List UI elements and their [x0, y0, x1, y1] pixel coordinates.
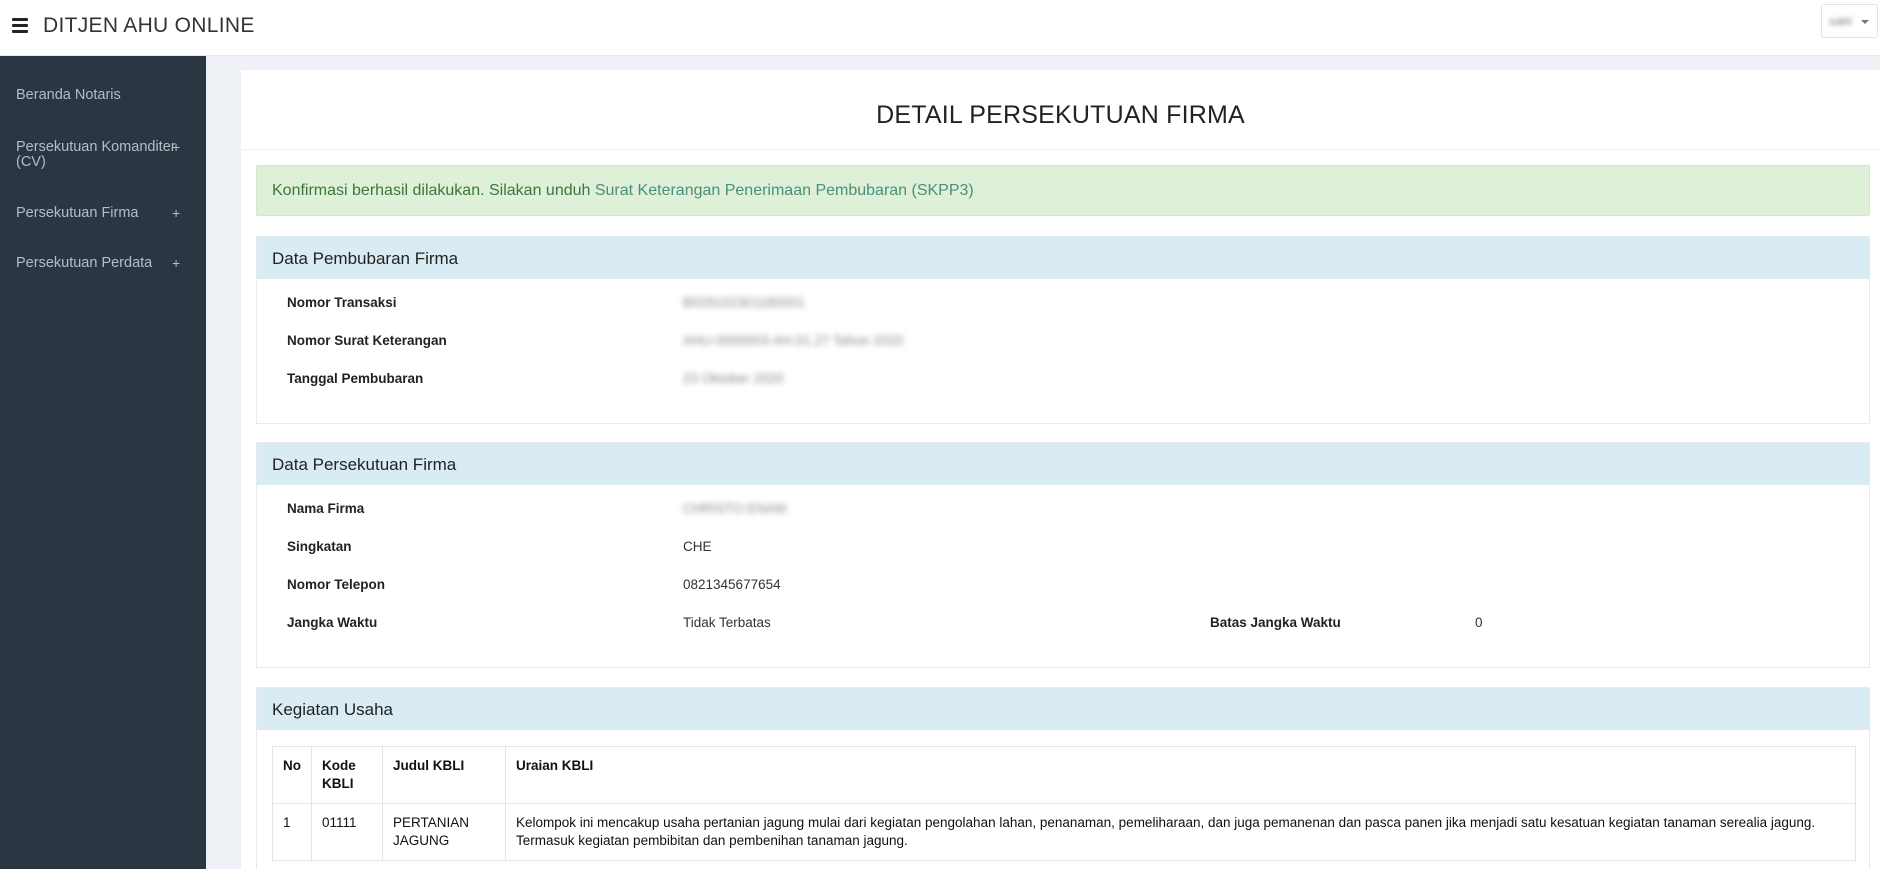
- user-name: sakti: [1829, 16, 1852, 28]
- plus-icon: +: [172, 139, 181, 155]
- cell-kode-kbli: 01111: [311, 803, 383, 861]
- sidebar-item-persekutuan-firma[interactable]: Persekutuan Firma +: [0, 206, 206, 226]
- page-title: DETAIL PERSEKUTUAN FIRMA: [876, 101, 1245, 129]
- kbli-table: No Kode KBLI Judul KBLI Uraian KBLI 1 01…: [272, 746, 1856, 861]
- hamburger-icon[interactable]: [12, 18, 28, 34]
- field-value: 23 Oktober 2020: [683, 371, 784, 386]
- field-value: B0291023011B0001: [683, 295, 806, 310]
- user-menu-button[interactable]: sakti: [1821, 4, 1878, 38]
- table-row: 1 01111 PERTANIAN JAGUNG Kelompok ini me…: [272, 803, 1856, 861]
- panel-header: Data Persekutuan Firma: [257, 443, 1869, 485]
- field-value: Tidak Terbatas: [683, 615, 771, 630]
- column-header-judul-kbli: Judul KBLI: [382, 746, 506, 804]
- panel-title: Data Pembubaran Firma: [272, 249, 459, 268]
- field-label: Singkatan: [287, 539, 352, 554]
- field-label: Batas Jangka Waktu: [1210, 615, 1341, 630]
- table-header-row: No Kode KBLI Judul KBLI Uraian KBLI: [272, 746, 1856, 804]
- sidebar-item-label: Persekutuan Komanditer (CV): [16, 139, 176, 170]
- field-label: Jangka Waktu: [287, 615, 378, 630]
- column-header-kode-kbli: Kode KBLI: [311, 746, 383, 804]
- field-value: CHRISTO ENAM: [683, 501, 787, 516]
- sidebar-item-persekutuan-perdata[interactable]: Persekutuan Perdata +: [0, 256, 206, 276]
- panel-title: Kegiatan Usaha: [272, 700, 393, 719]
- top-navbar: DITJEN AHU ONLINE sakti: [0, 0, 1880, 56]
- sidebar: Beranda Notaris Persekutuan Komanditer (…: [0, 56, 206, 869]
- column-header-uraian-kbli: Uraian KBLI: [505, 746, 1856, 804]
- sidebar-item-label: Persekutuan Perdata: [16, 255, 153, 271]
- sidebar-item-label: Persekutuan Firma: [16, 205, 139, 221]
- cell-judul-kbli: PERTANIAN JAGUNG: [382, 803, 506, 861]
- alert-text: Konfirmasi berhasil dilakukan. Silakan u…: [272, 182, 595, 199]
- success-alert: Konfirmasi berhasil dilakukan. Silakan u…: [256, 165, 1870, 216]
- cell-uraian-kbli: Kelompok ini mencakup usaha pertanian ja…: [505, 803, 1856, 861]
- panel-data-persekutuan-firma: Data Persekutuan Firma Nama Firma CHRIST…: [256, 442, 1870, 668]
- panel-header: Data Pembubaran Firma: [257, 237, 1869, 279]
- caret-down-icon: [1861, 20, 1869, 24]
- field-label: Nomor Surat Keterangan: [287, 333, 447, 348]
- plus-icon: +: [172, 255, 181, 271]
- field-value: CHE: [683, 539, 712, 554]
- panel-title: Data Persekutuan Firma: [272, 455, 457, 474]
- field-label: Nama Firma: [287, 501, 365, 516]
- panel-header: Kegiatan Usaha: [257, 688, 1869, 730]
- field-label: Tanggal Pembubaran: [287, 371, 424, 386]
- alert-message: Konfirmasi berhasil dilakukan. Silakan u…: [272, 182, 974, 200]
- sidebar-item-persekutuan-komanditer[interactable]: Persekutuan Komanditer (CV) +: [0, 140, 206, 176]
- field-value: 0821345677654: [683, 577, 781, 592]
- column-header-no: No: [272, 746, 312, 804]
- field-label: Nomor Transaksi: [287, 295, 397, 310]
- main-content: DETAIL PERSEKUTUAN FIRMA Konfirmasi berh…: [241, 70, 1880, 869]
- sidebar-item-label: Beranda Notaris: [16, 87, 121, 103]
- divider: [241, 149, 1880, 150]
- field-value: 0: [1475, 615, 1483, 630]
- sidebar-item-beranda-notaris[interactable]: Beranda Notaris: [0, 88, 206, 108]
- panel-data-pembubaran: Data Pembubaran Firma Nomor Transaksi B0…: [256, 236, 1870, 424]
- field-value: AHU-0000003-AH.01.27 Tahun 2020: [683, 333, 904, 348]
- app-title[interactable]: DITJEN AHU ONLINE: [43, 14, 255, 38]
- skpp3-download-link[interactable]: Surat Keterangan Penerimaan Pembubaran (…: [595, 182, 974, 199]
- plus-icon: +: [172, 205, 181, 221]
- cell-no: 1: [272, 803, 312, 861]
- panel-kegiatan-usaha: Kegiatan Usaha No Kode KBLI Judul KBLI U…: [256, 687, 1870, 869]
- field-label: Nomor Telepon: [287, 577, 386, 592]
